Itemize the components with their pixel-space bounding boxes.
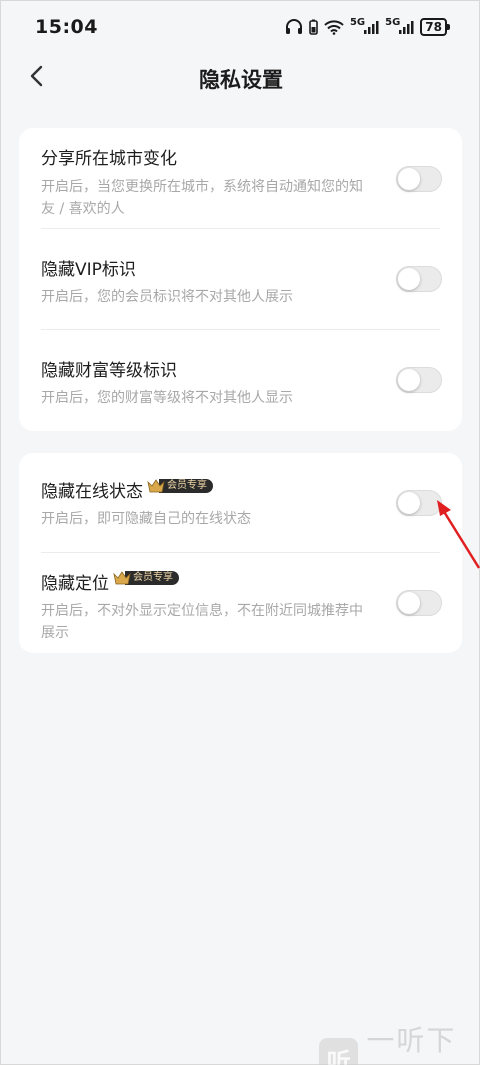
vip-badge-label: 会员专享 xyxy=(159,479,213,493)
network-type-label: 5G xyxy=(385,16,401,28)
settings-card-vip: 隐藏在线状态 会员专享 开启后，即可隐藏自己的在线状态 隐藏定位 会员专享 开启… xyxy=(19,453,462,653)
setting-description: 开启后，即可隐藏自己的在线状态 xyxy=(41,511,251,527)
setting-title: 隐藏VIP标识 xyxy=(41,260,136,280)
watermark-text: 一听下载 xyxy=(366,1024,457,1065)
settings-card-general: 分享所在城市变化 开启后，当您更换所在城市，系统将自动通知您的知友 / 喜欢的人… xyxy=(19,128,462,431)
hide-location-toggle[interactable] xyxy=(396,590,442,616)
setting-row-hide-location: 隐藏定位 会员专享 开启后，不对外显示定位信息，不在附近同城推荐中展示 xyxy=(41,553,442,653)
crown-icon xyxy=(113,570,131,586)
setting-description: 开启后，当您更换所在城市，系统将自动通知您的知友 / 喜欢的人 xyxy=(41,179,363,217)
vip-badge: 会员专享 xyxy=(147,478,213,494)
setting-description: 开启后，您的会员标识将不对其他人展示 xyxy=(41,289,293,305)
status-time: 15:04 xyxy=(35,16,98,38)
toggle-knob xyxy=(398,592,420,614)
network-type-label: 5G xyxy=(349,16,366,28)
share-city-toggle[interactable] xyxy=(396,166,442,192)
watermark: 听 一听下载 xyxy=(319,1019,479,1065)
signal-icon: 5G xyxy=(349,16,379,35)
crown-icon xyxy=(147,478,165,494)
header: 隐私设置 xyxy=(1,53,480,105)
status-icons: 5G 5G 78 xyxy=(285,16,450,36)
setting-title: 隐藏定位 会员专享 xyxy=(41,570,440,595)
watermark-logo: 听 xyxy=(319,1038,359,1065)
setting-title-text: 隐藏定位 xyxy=(41,574,109,594)
wifi-icon xyxy=(324,19,344,35)
page-title: 隐私设置 xyxy=(199,68,283,92)
setting-row-share-city: 分享所在城市变化 开启后，当您更换所在城市，系统将自动通知您的知友 / 喜欢的人 xyxy=(41,128,442,229)
toggle-knob xyxy=(398,268,420,290)
vip-badge: 会员专享 xyxy=(113,570,179,586)
toggle-knob xyxy=(398,492,420,514)
chevron-left-icon xyxy=(29,65,43,91)
setting-title: 隐藏在线状态 会员专享 xyxy=(41,478,440,503)
setting-description: 开启后，不对外显示定位信息，不在附近同城推荐中展示 xyxy=(41,603,363,641)
hide-vip-toggle[interactable] xyxy=(396,266,442,292)
setting-title-text: 隐藏在线状态 xyxy=(41,482,143,502)
headphones-icon xyxy=(285,19,303,35)
setting-title: 隐藏财富等级标识 xyxy=(41,361,177,381)
toggle-knob xyxy=(398,168,420,190)
setting-description: 开启后，您的财富等级将不对其他人显示 xyxy=(41,390,293,406)
annotation-arrow-icon xyxy=(431,496,480,575)
battery-icon: 78 xyxy=(420,18,450,36)
setting-row-hide-online: 隐藏在线状态 会员专享 开启后，即可隐藏自己的在线状态 xyxy=(41,453,442,553)
vip-badge-label: 会员专享 xyxy=(125,571,179,585)
status-bar: 15:04 5G 5G 78 xyxy=(1,1,480,53)
setting-row-hide-wealth: 隐藏财富等级标识 开启后，您的财富等级将不对其他人显示 xyxy=(41,330,442,431)
signal-icon: 5G xyxy=(385,16,414,35)
hide-wealth-toggle[interactable] xyxy=(396,367,442,393)
setting-title: 分享所在城市变化 xyxy=(41,149,177,169)
setting-row-hide-vip: 隐藏VIP标识 开启后，您的会员标识将不对其他人展示 xyxy=(41,229,442,330)
back-button[interactable] xyxy=(19,61,53,95)
toggle-knob xyxy=(398,369,420,391)
battery-saver-icon xyxy=(309,19,318,35)
